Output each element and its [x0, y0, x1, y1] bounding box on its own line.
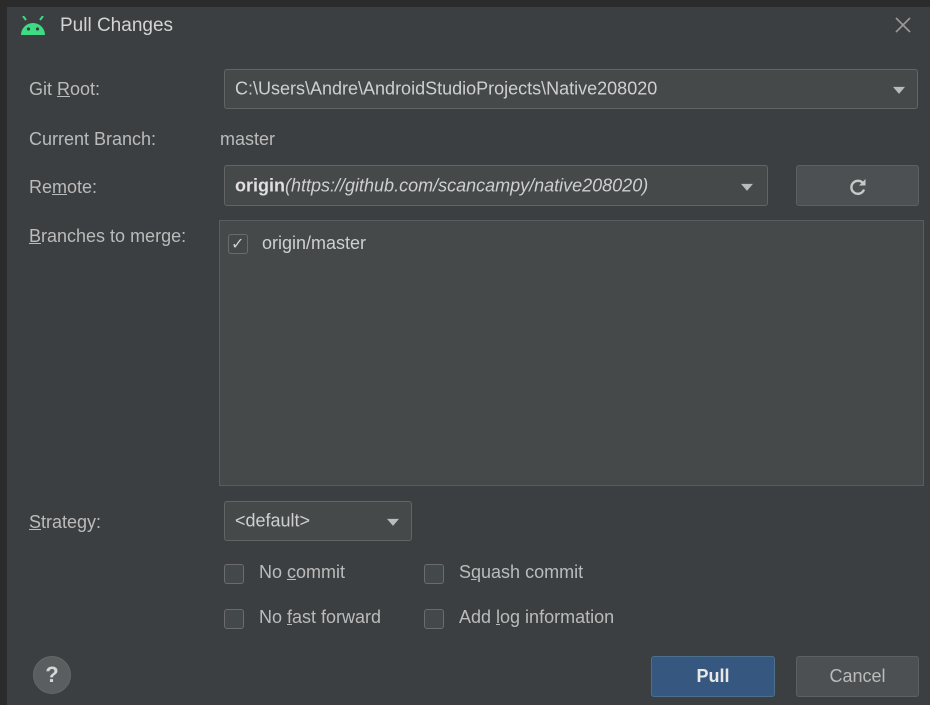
branch-checkbox[interactable]: ✓	[228, 234, 248, 254]
chevron-down-icon	[741, 183, 753, 191]
refresh-icon	[850, 179, 866, 195]
remote-name: origin	[235, 175, 285, 195]
git-root-label: Git Root:	[29, 79, 101, 99]
squash-commit-label: Squash commit	[459, 562, 584, 582]
chevron-down-icon	[893, 86, 905, 94]
no-commit-label: No commit	[259, 562, 346, 582]
remote-url: (https://github.com/scancampy/native2080…	[285, 175, 649, 195]
remote-value: origin(https://github.com/scancampy/nati…	[235, 175, 648, 196]
strategy-label: Strategy:	[29, 512, 102, 532]
no-fast-forward-label: No fast forward	[259, 607, 382, 627]
strategy-combobox[interactable]: <default>	[224, 501, 412, 541]
branches-list: ✓ origin/master	[219, 220, 924, 486]
squash-commit-checkbox[interactable]	[424, 564, 444, 584]
current-branch-value: master	[220, 129, 276, 149]
no-fast-forward-checkbox[interactable]	[224, 609, 244, 629]
close-icon[interactable]	[892, 14, 914, 36]
no-commit-checkbox[interactable]	[224, 564, 244, 584]
cancel-button[interactable]: Cancel	[796, 656, 919, 697]
remote-combobox[interactable]: origin(https://github.com/scancampy/nati…	[224, 165, 768, 206]
strategy-value: <default>	[235, 510, 311, 531]
remote-label: Remote:	[29, 177, 98, 197]
branches-label: Branches to merge:	[29, 226, 187, 246]
current-branch-label: Current Branch:	[29, 129, 157, 149]
add-log-checkbox[interactable]	[424, 609, 444, 629]
window-frame-left	[0, 0, 7, 705]
window-frame-top	[0, 0, 930, 7]
dialog-title: Pull Changes	[60, 15, 174, 36]
add-log-label: Add log information	[459, 607, 615, 627]
pull-button[interactable]: Pull	[651, 656, 775, 697]
git-root-value: C:\Users\Andre\AndroidStudioProjects\Nat…	[235, 78, 658, 99]
checkmark-icon: ✓	[231, 236, 245, 253]
chevron-down-icon	[387, 518, 399, 526]
android-icon	[19, 15, 47, 36]
git-root-combobox[interactable]: C:\Users\Andre\AndroidStudioProjects\Nat…	[224, 69, 918, 109]
refresh-remote-button[interactable]	[796, 165, 919, 206]
branch-name: origin/master	[262, 233, 367, 253]
help-button[interactable]: ?	[33, 656, 71, 694]
